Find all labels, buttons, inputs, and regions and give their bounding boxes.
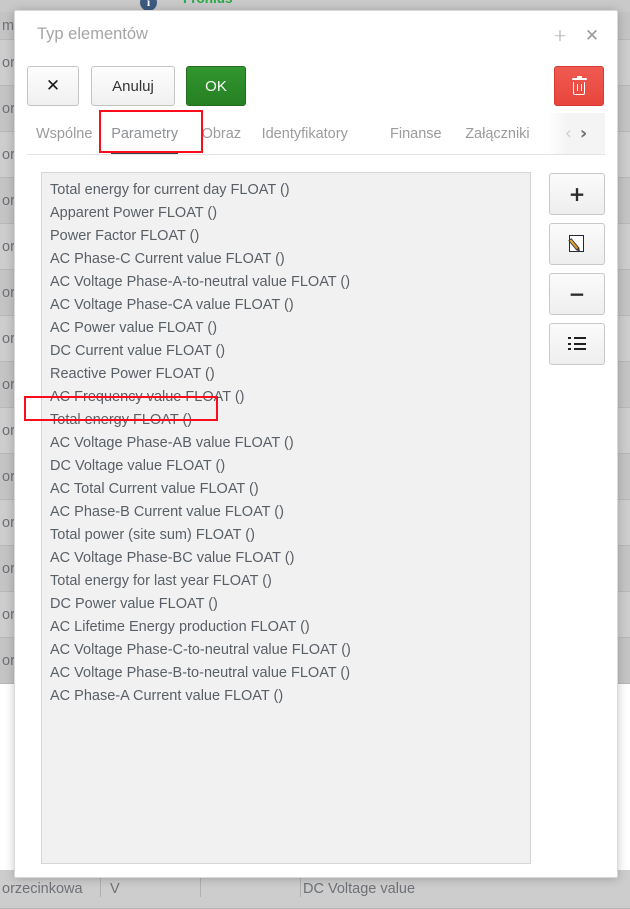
trash-icon <box>572 78 587 95</box>
tab-nav: ‹ › <box>547 113 605 154</box>
list-icon <box>568 337 586 351</box>
tab-finanse[interactable]: Finanse <box>381 113 451 154</box>
list-item[interactable]: Apparent Power FLOAT () <box>42 202 530 225</box>
element-type-dialog: Typ elementów + ✕ ✕ Anuluj OK Wspólne Par… <box>14 10 618 878</box>
parameters-list[interactable]: Total energy for current day FLOAT ()App… <box>41 172 531 864</box>
list-item[interactable]: DC Voltage value FLOAT () <box>42 455 530 478</box>
tab-label: Wspólne <box>36 126 92 142</box>
list-item[interactable]: AC Frequency value FLOAT () <box>42 386 530 409</box>
list-item[interactable]: Total energy for current day FLOAT () <box>42 179 530 202</box>
tab-za-czniki[interactable]: Załączniki <box>456 113 538 154</box>
list-item[interactable]: Total energy for last year FLOAT () <box>42 570 530 593</box>
tab-label: Parametry <box>111 126 178 142</box>
close-icon[interactable]: ✕ <box>583 28 601 46</box>
chevron-left-icon[interactable]: ‹ <box>565 125 572 143</box>
delete-button[interactable] <box>554 66 604 106</box>
tab-identyfikatory[interactable]: Identyfikatory <box>253 113 357 154</box>
plus-icon: + <box>569 182 586 206</box>
dialog-body: Total energy for current day FLOAT ()App… <box>27 172 605 872</box>
list-item[interactable]: AC Voltage Phase-A-to-neutral value FLOA… <box>42 271 530 294</box>
dialog-tabs: Wspólne Parametry Obraz Identyfikatory Finan… <box>27 113 605 155</box>
chevron-right-icon[interactable]: › <box>580 125 587 143</box>
tab-label: Obraz <box>202 126 242 142</box>
dialog-toolbar: ✕ Anuluj OK <box>15 57 617 113</box>
list-item[interactable]: AC Voltage Phase-BC value FLOAT () <box>42 547 530 570</box>
dialog-title: Typ elementów <box>37 25 148 44</box>
table-cell: orzecinkowa <box>2 881 83 897</box>
edit-parameter-button[interactable] <box>549 223 605 265</box>
tab-obraz[interactable]: Obraz <box>193 113 251 154</box>
dialog-header: Typ elementów + ✕ <box>15 11 617 57</box>
list-item[interactable]: Reactive Power FLOAT () <box>42 363 530 386</box>
minus-icon: − <box>569 282 586 306</box>
list-item[interactable]: Total power (site sum) FLOAT () <box>42 524 530 547</box>
list-item[interactable]: AC Voltage Phase-AB value FLOAT () <box>42 432 530 455</box>
list-item[interactable]: AC Power value FLOAT () <box>42 317 530 340</box>
ok-button[interactable]: OK <box>186 66 246 106</box>
tab-label: Załączniki <box>465 126 529 142</box>
list-item[interactable]: AC Voltage Phase-CA value FLOAT () <box>42 294 530 317</box>
list-item[interactable]: AC Total Current value FLOAT () <box>42 478 530 501</box>
list-item[interactable]: AC Phase-A Current value FLOAT () <box>42 685 530 708</box>
close-button[interactable]: ✕ <box>27 66 79 106</box>
table-cell: V <box>110 881 120 897</box>
parameters-toolbar: + − <box>549 173 605 373</box>
list-item[interactable]: DC Power value FLOAT () <box>42 593 530 616</box>
remove-parameter-button[interactable]: − <box>549 273 605 315</box>
table-cell: DC Voltage value <box>303 881 415 897</box>
tab-label: Identyfikatory <box>262 126 348 142</box>
list-item[interactable]: DC Current value FLOAT () <box>42 340 530 363</box>
list-item[interactable]: AC Voltage Phase-C-to-neutral value FLOA… <box>42 639 530 662</box>
list-item[interactable]: AC Phase-C Current value FLOAT () <box>42 248 530 271</box>
add-icon[interactable]: + <box>551 28 569 46</box>
list-item[interactable]: AC Voltage Phase-B-to-neutral value FLOA… <box>42 662 530 685</box>
edit-icon <box>569 235 586 253</box>
list-parameters-button[interactable] <box>549 323 605 365</box>
list-item[interactable]: Power Factor FLOAT () <box>42 225 530 248</box>
list-item[interactable]: AC Phase-B Current value FLOAT () <box>42 501 530 524</box>
add-parameter-button[interactable]: + <box>549 173 605 215</box>
cancel-button[interactable]: Anuluj <box>91 66 175 106</box>
list-item[interactable]: AC Lifetime Energy production FLOAT () <box>42 616 530 639</box>
list-item[interactable]: Total energy FLOAT () <box>42 409 530 432</box>
tab-label: Finanse <box>390 126 442 142</box>
tab-wsp-lne[interactable]: Wspólne <box>27 113 101 154</box>
background-app-title: Fronius <box>183 0 233 6</box>
tab-parametry[interactable]: Parametry <box>102 113 187 154</box>
